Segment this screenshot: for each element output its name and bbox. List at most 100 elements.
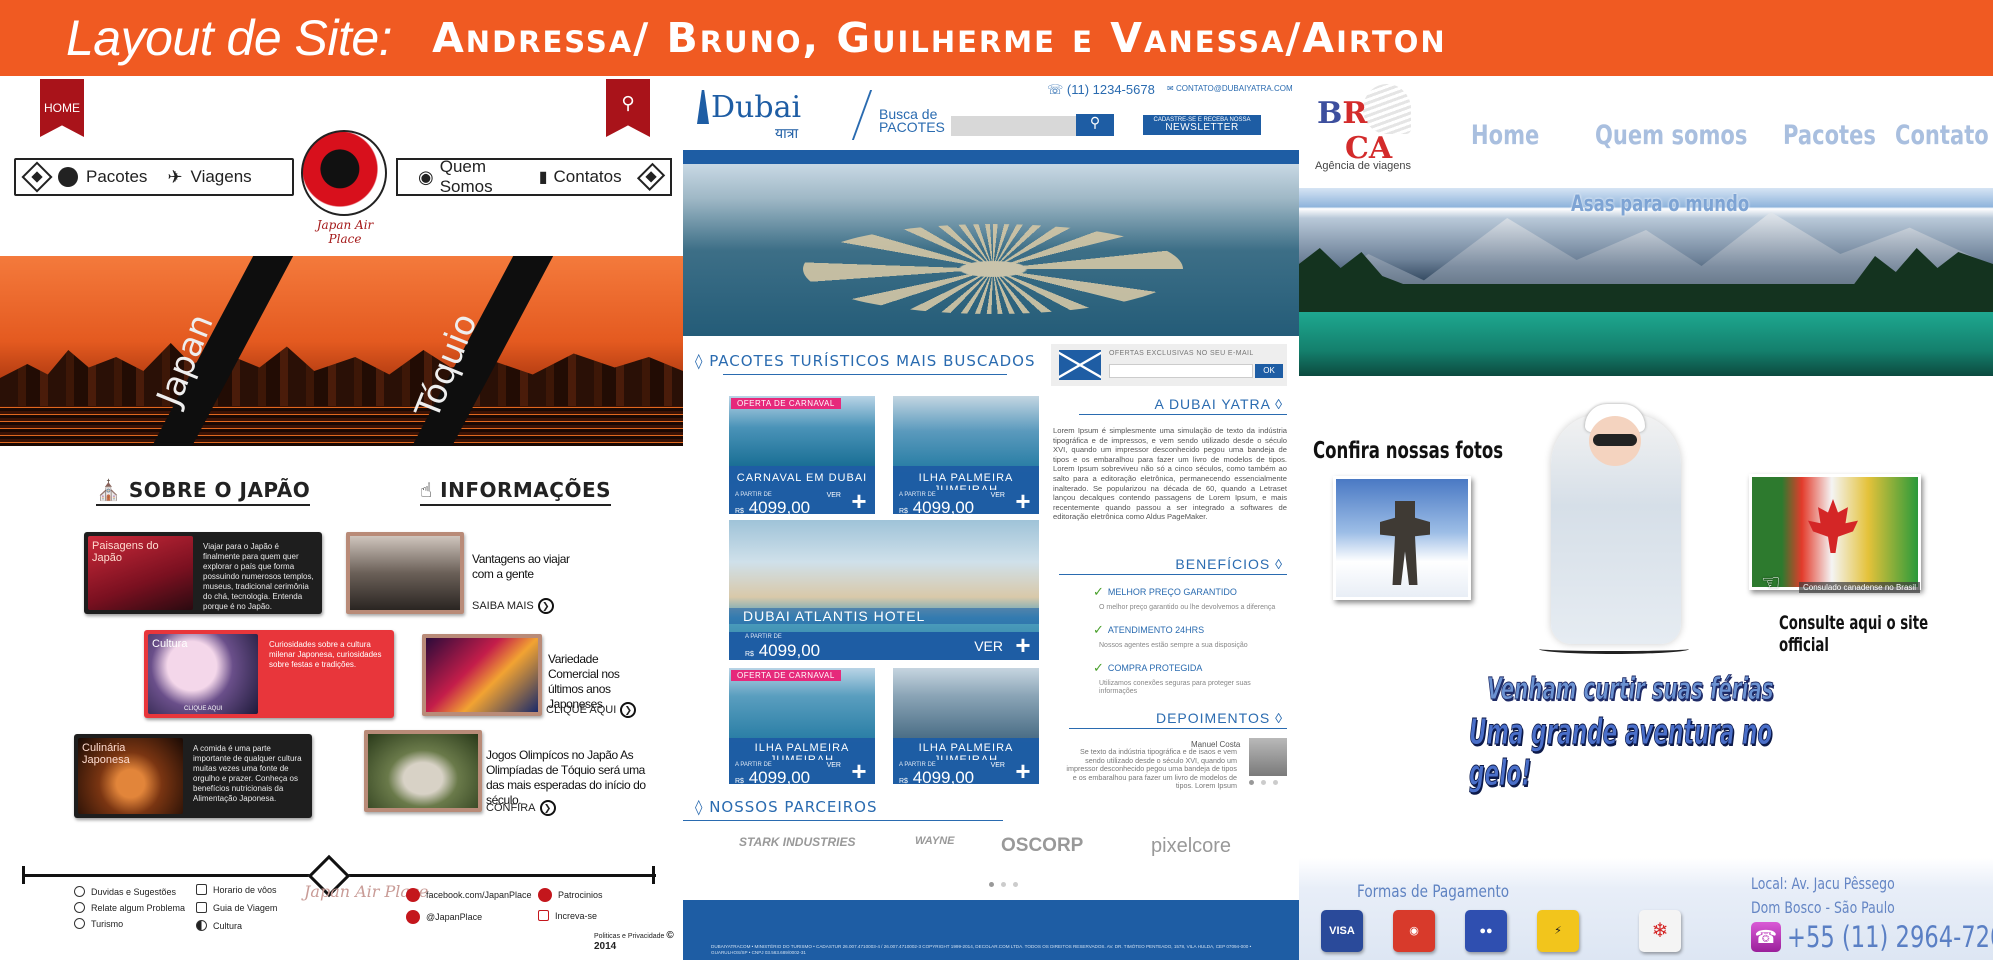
ver-link[interactable]: VER	[827, 492, 841, 499]
dubai-logo[interactable]: Dubai	[711, 90, 801, 125]
home-ribbon[interactable]: HOME	[40, 79, 84, 137]
package-price-row: A PARTIR DE R$ 4099,00 VER +	[893, 488, 1039, 514]
contact-phone[interactable]: ☎ +55 (11) 2964-7206	[1751, 920, 1993, 954]
package-name: CARNAVAL EM DUBAI	[729, 472, 875, 484]
nav-pacotes[interactable]: Pacotes	[1783, 120, 1876, 151]
plus-icon[interactable]: +	[849, 488, 869, 514]
footer-label: Cultura	[213, 920, 243, 931]
plus-icon[interactable]: +	[1013, 758, 1033, 784]
card-text: Curiosidades sobre a cultura milenar Jap…	[269, 640, 382, 669]
footer-copyright[interactable]: Politicas e Privacidade © 2014	[594, 930, 683, 952]
arrow-right-icon: ❯	[539, 800, 556, 816]
footer-cultura[interactable]: Cultura	[196, 920, 242, 931]
nav-quem-somos[interactable]: Quem somos	[1595, 120, 1747, 151]
search-ribbon[interactable]: ⚲	[606, 79, 650, 137]
package-name: DUBAI ATLANTIS HOTEL	[729, 608, 1039, 624]
search-label-line2: PACOTES	[879, 119, 945, 135]
footer-facebook[interactable]: facebook.com/JapanPlace	[406, 888, 532, 902]
nav-quem-somos[interactable]: ◉ Quem Somos	[418, 157, 519, 197]
search-button[interactable]: ⚲	[1076, 114, 1114, 136]
carousel-dot[interactable]	[1261, 780, 1266, 785]
newsletter-ok-button[interactable]: OK	[1255, 364, 1283, 378]
location-pin-icon: ◉	[418, 166, 434, 187]
dubai-header: Dubai यात्रा Busca de PACOTES ⚲ ☏ (11) 1…	[683, 76, 1299, 150]
about-title: A DUBAI YATRA ◊	[1083, 396, 1283, 412]
footer-horario[interactable]: Horario de vôos	[196, 884, 277, 895]
inukshuk-photo[interactable]	[1333, 476, 1471, 600]
footer-twitter[interactable]: @JapanPlace	[406, 910, 482, 924]
carousel-dot[interactable]	[1013, 882, 1018, 887]
footer-problema[interactable]: Relate algum Problema	[74, 902, 185, 913]
footer-label: facebook.com/JapanPlace	[426, 890, 532, 900]
header-divider	[851, 90, 873, 140]
carousel-dot[interactable]	[989, 882, 994, 887]
search-icon: ⚲	[621, 93, 635, 113]
package-card-featured[interactable]: DUBAI ATLANTIS HOTEL A PARTIR DE R$ 4099…	[729, 520, 1039, 660]
nav-contatos[interactable]: ▮ Contatos	[539, 167, 622, 187]
brca-logo[interactable]: BR CA	[1317, 96, 1392, 166]
about-title-label: A DUBAI YATRA	[1154, 396, 1271, 412]
ver-link[interactable]: VER	[974, 638, 1003, 654]
benefit-item: ✓ COMPRA PROTEGIDA	[1093, 660, 1202, 676]
ver-link[interactable]: VER	[827, 762, 841, 769]
clique-aqui-link[interactable]: CLIQUE AQUI ❯	[546, 702, 637, 718]
boleto-icon[interactable]: ⚡	[1537, 910, 1579, 952]
carousel-dot[interactable]	[1249, 780, 1254, 785]
nav-pacotes[interactable]: Pacotes	[58, 167, 147, 187]
card-paisagens[interactable]: Paisagens do Japão Viajar para o Japão é…	[84, 532, 322, 614]
saiba-mais-link[interactable]: SAIBA MAIS ❯	[472, 598, 554, 614]
section-sobre-label: SOBRE O JAPÃO	[128, 478, 311, 502]
confira-link[interactable]: CONFIRA ❯	[486, 800, 556, 816]
package-card[interactable]: OFERTA DE CARNAVAL CARNAVAL EM DUBAI A P…	[729, 396, 875, 514]
section-underline	[723, 374, 1007, 375]
footer-inscreva[interactable]: Increva-se	[538, 910, 597, 921]
package-image	[893, 668, 1039, 738]
package-search-input[interactable]	[951, 116, 1076, 136]
plus-icon[interactable]: +	[849, 758, 869, 784]
partner-logo[interactable]: pixelcore	[1151, 835, 1231, 858]
card-text: A comida é uma parte importante de qualq…	[193, 744, 302, 803]
section-underline	[1069, 728, 1287, 729]
package-card[interactable]: ILHA PALMEIRA JUMEIRAH A PARTIR DE R$ 40…	[893, 396, 1039, 514]
lake-image	[1299, 312, 1993, 376]
partner-logo[interactable]: OSCORP	[1001, 835, 1083, 857]
footer-patrocinios[interactable]: Patrocinios	[538, 888, 603, 902]
package-card[interactable]: OFERTA DE CARNAVAL ILHA PALMEIRA JUMEIRA…	[729, 668, 875, 784]
canada-flag-icon[interactable]: ❄	[1639, 910, 1681, 952]
carousel-dot[interactable]	[1001, 882, 1006, 887]
newsletter-email-input[interactable]	[1109, 364, 1253, 378]
visa-icon[interactable]: VISA	[1321, 910, 1363, 952]
ver-link[interactable]: VER	[991, 762, 1005, 769]
package-price: R$ 4099,00	[899, 768, 974, 784]
nav-home[interactable]: Home	[1471, 120, 1539, 151]
newsletter-signup-button[interactable]: CADASTRE-SE E RECEBA NOSSA NEWSLETTER	[1143, 115, 1261, 135]
header-email[interactable]: ✉ CONTATO@DUBAIYATRA.COM	[1167, 84, 1293, 93]
nav-contato[interactable]: Contato	[1895, 120, 1989, 151]
nav-viagens[interactable]: ✈ Viagens	[167, 167, 251, 188]
plus-icon[interactable]: +	[1013, 632, 1033, 658]
partner-logo[interactable]: STARK INDUSTRIES	[739, 835, 855, 849]
partner-logo[interactable]: WAYNE	[915, 835, 955, 847]
hipercard-icon[interactable]: ◉	[1393, 910, 1435, 952]
question-icon	[74, 886, 85, 897]
photos-heading: Confira nossas fotos	[1313, 438, 1504, 464]
card-cultura[interactable]: Cultura Curiosidades sobre a cultura mil…	[144, 630, 394, 718]
japan-logo[interactable]: Japan Air Place	[301, 130, 389, 246]
mastercard-icon[interactable]: ●●	[1465, 910, 1507, 952]
package-card[interactable]: ILHA PALMEIRA JUMEIRAH A PARTIR DE R$ 40…	[893, 668, 1039, 784]
link-label: CONFIRA	[486, 802, 536, 814]
japan-hero-banner: Japan Tóquio	[0, 256, 683, 446]
diamond-ornament-icon	[636, 162, 666, 192]
sponsor-icon	[538, 888, 552, 902]
privacy-link[interactable]: Politicas e Privacidade	[594, 933, 664, 940]
footer-turismo[interactable]: Turismo	[74, 918, 123, 929]
footer-duvidas[interactable]: Duvidas e Sugestões	[74, 886, 176, 897]
carousel-dot[interactable]	[1273, 780, 1278, 785]
card-link[interactable]: CLIQUE AQUI	[184, 706, 222, 712]
ver-link[interactable]: VER	[991, 492, 1005, 499]
card-culinaria[interactable]: Culinária Japonesa A comida é uma parte …	[74, 734, 312, 818]
consulate-link[interactable]: Consulte aqui o site official	[1779, 612, 1929, 656]
footer-guia[interactable]: Guia de Viagem	[196, 902, 277, 913]
plus-icon[interactable]: +	[1013, 488, 1033, 514]
burj-tower-icon	[697, 90, 709, 124]
